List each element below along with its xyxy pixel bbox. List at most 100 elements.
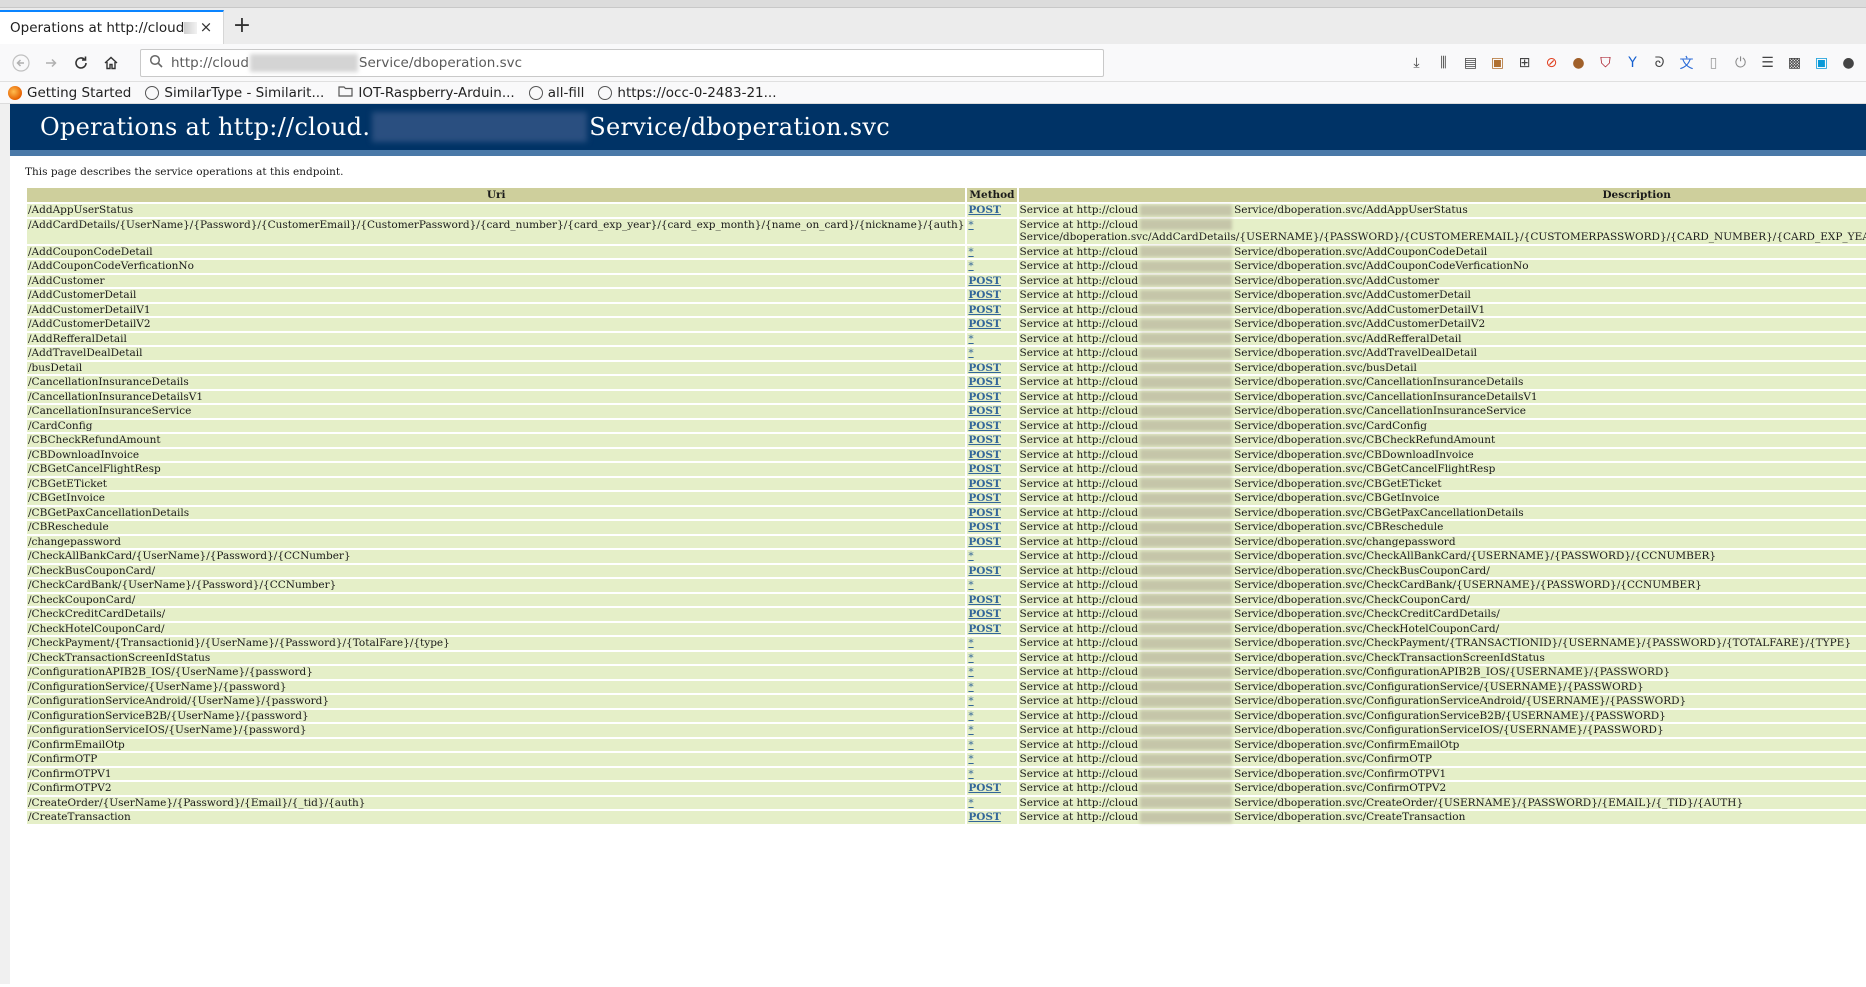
method-link[interactable]: POST — [968, 420, 1000, 432]
table-row: /CancellationInsuranceDetails POST Service… — [27, 376, 1866, 389]
method-link[interactable]: * — [968, 219, 973, 231]
new-tab-button[interactable]: + — [224, 10, 260, 44]
description-redacted — [1140, 594, 1233, 605]
description-prefix: Service at http://cloud — [1019, 361, 1139, 374]
method-link[interactable]: * — [968, 652, 973, 664]
operation-description: Service at http://cloud Service/dboperati… — [1018, 477, 1866, 490]
bookmark-iot-folder[interactable]: IOT-Raspberry-Arduin... — [338, 85, 515, 101]
method-link[interactable]: POST — [968, 289, 1000, 301]
method-link[interactable]: POST — [968, 478, 1000, 490]
qr-code-icon[interactable]: ▩ — [1783, 51, 1806, 75]
table-row: /CancellationInsuranceService POST Service… — [27, 405, 1866, 418]
sidebar-icon[interactable]: ▤ — [1459, 51, 1482, 75]
vpn-icon[interactable]: Y — [1621, 51, 1644, 75]
gnome-icon[interactable]: ᘐ — [1648, 51, 1671, 75]
notes-icon[interactable]: ☰ — [1756, 51, 1779, 75]
bookmark-all-fill[interactable]: all-fill — [528, 85, 584, 101]
method-link[interactable]: * — [968, 579, 973, 591]
screenshot-icon[interactable]: ▣ — [1486, 51, 1509, 75]
method-link[interactable]: * — [968, 724, 973, 736]
ublock-icon[interactable]: ⛉ — [1594, 51, 1617, 75]
method-link[interactable]: POST — [968, 304, 1000, 316]
table-row: /AddAppUserStatus POST Service at http://c… — [27, 204, 1866, 217]
browser-tab[interactable]: Operations at http://cloud × — [0, 10, 224, 44]
method-link[interactable]: * — [968, 347, 973, 359]
method-link[interactable]: POST — [968, 608, 1000, 620]
power-icon[interactable]: ⏻ — [1729, 51, 1752, 75]
method-link[interactable]: POST — [968, 811, 1000, 823]
operation-description: Service at http://cloud Service/dboperati… — [1018, 782, 1866, 795]
table-row: /CBDownloadInvoice POST Service at http://… — [27, 448, 1866, 461]
method-link[interactable]: POST — [968, 434, 1000, 446]
method-link[interactable]: POST — [968, 565, 1000, 577]
address-bar[interactable]: http://cloud Service/dboperation.svc — [140, 48, 1104, 77]
translate-icon[interactable]: 文 — [1675, 51, 1698, 75]
apps-icon[interactable]: ⊞ — [1513, 51, 1536, 75]
description-prefix: Service at http://cloud — [1019, 204, 1139, 216]
operation-uri: /CBGetCancelFlightResp — [27, 463, 966, 476]
operation-method: POST — [967, 318, 1017, 331]
description-prefix: Service at http://cloud — [1019, 608, 1139, 620]
method-link[interactable]: POST — [968, 782, 1000, 794]
method-link[interactable]: POST — [968, 492, 1000, 504]
method-link[interactable]: POST — [968, 318, 1000, 330]
operation-method: * — [967, 767, 1017, 780]
description-path: Service/dboperation.svc/changepassword — [1234, 535, 1456, 548]
reload-icon[interactable] — [66, 48, 96, 78]
forward-icon[interactable] — [36, 48, 66, 78]
operation-uri: /AddAppUserStatus — [27, 204, 966, 217]
reader-icon[interactable]: ▯ — [1702, 51, 1725, 75]
home-icon[interactable] — [96, 48, 126, 78]
method-link[interactable]: * — [968, 768, 973, 780]
operation-method: * — [967, 347, 1017, 360]
description-prefix: Service at http://cloud — [1019, 796, 1139, 809]
bookmark-similartype[interactable]: SimilarType - Similarit... — [145, 85, 324, 101]
back-icon[interactable] — [6, 48, 36, 78]
description-prefix: Service at http://cloud — [1019, 738, 1139, 751]
account-icon[interactable]: ● — [1837, 51, 1860, 75]
method-link[interactable]: POST — [968, 391, 1000, 403]
method-link[interactable]: POST — [968, 507, 1000, 519]
method-link[interactable]: * — [968, 333, 973, 345]
library-icon[interactable]: ⫼ — [1432, 51, 1455, 75]
description-prefix: Service at http://cloud — [1019, 811, 1139, 823]
cookie-icon[interactable]: ● — [1567, 51, 1590, 75]
method-link[interactable]: * — [968, 695, 973, 707]
heading-redacted — [372, 112, 588, 142]
description-path: Service/dboperation.svc/AddRefferalDetai… — [1234, 332, 1462, 345]
description-redacted — [1140, 753, 1233, 765]
method-link[interactable]: POST — [968, 594, 1000, 606]
description-redacted — [1140, 391, 1233, 402]
description-path: Service/dboperation.svc/AddTravelDealDet… — [1234, 347, 1478, 359]
method-link[interactable]: * — [968, 753, 973, 765]
method-link[interactable]: * — [968, 550, 973, 562]
method-link[interactable]: * — [968, 797, 973, 809]
method-link[interactable]: * — [968, 710, 973, 722]
method-link[interactable]: POST — [968, 463, 1000, 475]
block-icon[interactable]: ⊘ — [1540, 51, 1563, 75]
method-link[interactable]: * — [968, 681, 973, 693]
operation-method: * — [967, 637, 1017, 650]
method-link[interactable]: POST — [968, 204, 1000, 216]
bookmark-getting-started[interactable]: Getting Started — [8, 85, 131, 101]
method-link[interactable]: * — [968, 666, 973, 678]
method-link[interactable]: * — [968, 260, 973, 272]
method-link[interactable]: * — [968, 637, 973, 649]
save-icon[interactable]: ▣ — [1810, 51, 1833, 75]
method-link[interactable]: POST — [968, 521, 1000, 533]
operation-uri: /AddCustomer — [27, 274, 966, 287]
method-link[interactable]: POST — [968, 623, 1000, 635]
bookmark-occ[interactable]: https://occ-0-2483-21... — [598, 85, 777, 101]
method-link[interactable]: POST — [968, 362, 1000, 374]
method-link[interactable]: POST — [968, 405, 1000, 417]
download-icon[interactable]: ⤓ — [1405, 51, 1428, 75]
method-link[interactable]: * — [968, 246, 973, 258]
method-link[interactable]: * — [968, 739, 973, 751]
method-link[interactable]: POST — [968, 275, 1000, 287]
description-path: Service/dboperation.svc/CBCheckRefundAmo… — [1234, 434, 1496, 446]
url-suffix: Service/dboperation.svc — [358, 54, 523, 71]
tab-close-button[interactable]: × — [197, 19, 215, 37]
method-link[interactable]: POST — [968, 449, 1000, 461]
method-link[interactable]: POST — [968, 536, 1000, 548]
method-link[interactable]: POST — [968, 376, 1000, 388]
